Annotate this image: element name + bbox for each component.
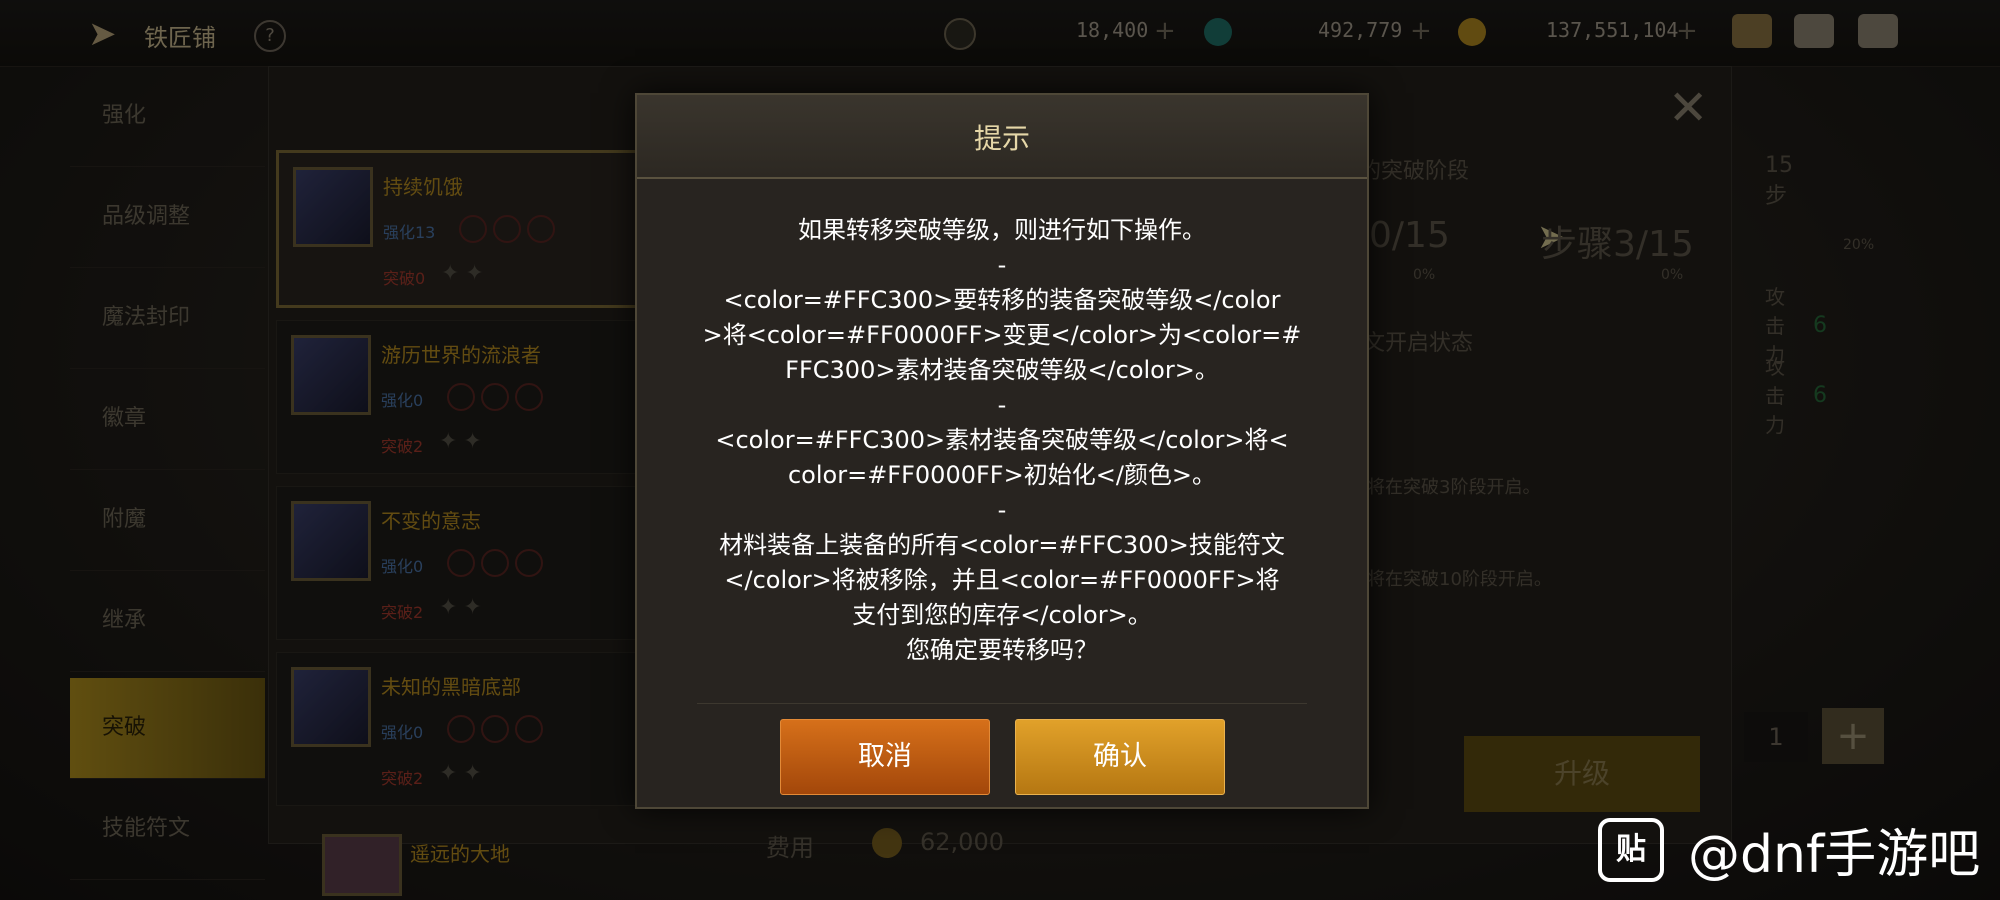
dialog-message: 如果转移突破等级，则进行如下操作。 - <color=#FFC300>要转移的装…: [685, 213, 1319, 668]
dialog-title: 提示: [973, 122, 1030, 155]
message-line: 如果转移突破等级，则进行如下操作。: [798, 216, 1206, 244]
message-line: -: [997, 391, 1007, 419]
message-line: -: [997, 251, 1007, 279]
message-line: </color>将被移除，并且<color=#FF0000FF>将: [724, 566, 1280, 594]
message-line: <color=#FFC300>素材装备突破等级</color>将<: [715, 426, 1289, 454]
message-line: -: [997, 496, 1007, 524]
dialog-divider: [697, 703, 1307, 704]
watermark-text: @dnf手游吧: [1688, 825, 1981, 885]
message-line: <color=#FFC300>要转移的装备突破等级</color: [723, 286, 1281, 314]
confirm-dialog: 提示 如果转移突破等级，则进行如下操作。 - <color=#FFC300>要转…: [635, 93, 1369, 809]
tieba-logo-icon: 贴: [1598, 818, 1664, 882]
cancel-button[interactable]: 取消: [780, 719, 990, 795]
message-line: 材料装备上装备的所有<color=#FFC300>技能符文: [719, 531, 1285, 559]
message-line: >将<color=#FF0000FF>变更</color>为<color=#: [702, 321, 1302, 349]
confirm-button[interactable]: 确认: [1015, 719, 1225, 795]
message-line: 您确定要转移吗？: [906, 636, 1098, 664]
message-line: color=#FF0000FF>初始化</颜色>。: [787, 461, 1217, 489]
message-line: 支付到您的库存</color>。: [852, 601, 1152, 629]
dialog-header: 提示: [637, 95, 1367, 179]
message-line: FFC300>素材装备突破等级</color>。: [785, 356, 1219, 384]
